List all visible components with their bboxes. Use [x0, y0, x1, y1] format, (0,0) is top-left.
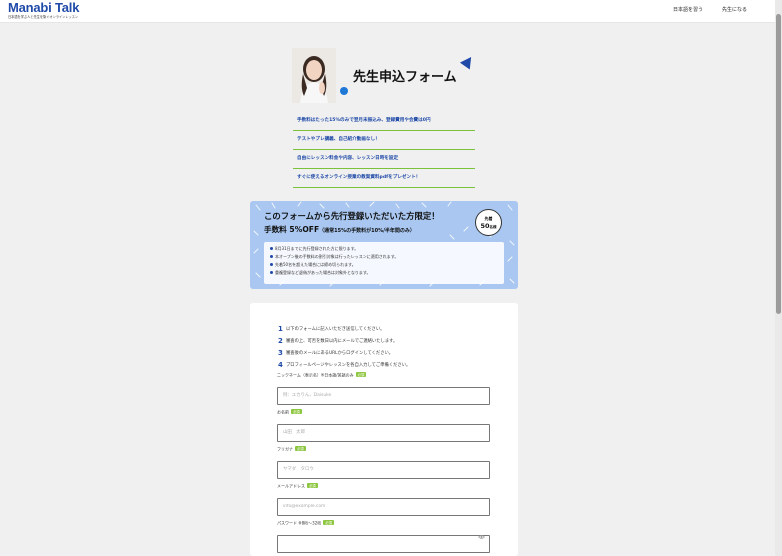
furigana-label: フリガナ 必須 — [277, 446, 490, 455]
required-badge: 必須 — [307, 483, 318, 488]
name-field-group: お名前 必須 — [277, 409, 490, 442]
site-header: Manabi Talk 日本語を学ぶ人と先生を繋ぐオンラインレッスン 日本語を習… — [0, 0, 775, 23]
furigana-field-group: フリガナ 必須 — [277, 446, 490, 479]
furigana-input[interactable] — [277, 460, 490, 479]
email-label: メールアドレス 必須 — [277, 483, 490, 492]
logo-text: Manabi Talk — [8, 0, 80, 15]
banner-title: このフォームから先行登録いただいた方限定！ — [264, 211, 440, 221]
early-registration-banner: このフォームから先行登録いただいた方限定！ 手数料 5%OFF（通常15%の手数… — [250, 201, 518, 289]
name-label: お名前 必須 — [277, 409, 490, 418]
logo-tagline: 日本語を学ぶ人と先生を繋ぐオンラインレッスン — [8, 15, 79, 19]
required-badge: 必須 — [323, 520, 335, 525]
name-input[interactable] — [277, 423, 490, 442]
nickname-label: ニックネーム（表示名）※日本語/英語のみ 必須 — [277, 372, 490, 381]
required-badge: 必須 — [291, 409, 302, 414]
discount-note: （通常15%の手数料が10%/半年間のみ） — [319, 228, 415, 234]
required-badge: 必須 — [295, 446, 306, 451]
name-label-text: お名前 — [277, 409, 289, 415]
discount-amount: 手数料 5%OFF — [264, 225, 320, 234]
banner-discount: 手数料 5%OFF（通常15%の手数料が10%/半年間のみ） — [264, 224, 415, 235]
nickname-input[interactable] — [277, 386, 490, 405]
nickname-label-text: ニックネーム（表示名）※日本語/英語のみ — [277, 372, 354, 378]
badge-count: 50名様 — [476, 222, 501, 230]
step-item: 3 審査後のメールにあるURLからログインしてください。 — [278, 340, 410, 357]
password-input[interactable] — [277, 534, 490, 553]
teacher-photo — [292, 48, 336, 103]
banner-note: 8月31日までに先行登録された方に限ります。 — [270, 245, 498, 253]
nickname-field-group: ニックネーム（表示名）※日本語/英語のみ 必須 — [277, 372, 490, 405]
benefit-item: 自由にレッスン料金や内容、レッスン日時を設定 — [293, 150, 475, 169]
step-item: 1 以下のフォームに記入いただき送信してください。 — [278, 316, 410, 333]
email-label-text: メールアドレス — [277, 483, 305, 489]
benefit-item: テストやプレ講義、自己紹介動画なし！ — [293, 131, 475, 150]
logo[interactable]: Manabi Talk 日本語を学ぶ人と先生を繋ぐオンラインレッスン — [8, 1, 79, 20]
eye-icon[interactable] — [478, 534, 485, 540]
teacher-photo-illustration — [292, 48, 336, 103]
first-come-badge: 先着 50名様 — [475, 209, 502, 236]
nav-learn-japanese[interactable]: 日本語を習う — [673, 6, 703, 13]
badge-unit: 名様 — [489, 225, 497, 229]
password-label-text: パスワード ※8桁〜32桁 — [277, 520, 322, 526]
page-scrollbar[interactable] — [775, 0, 782, 556]
password-label: パスワード ※8桁〜32桁 必須 — [277, 520, 490, 529]
badge-number: 50 — [480, 222, 490, 230]
banner-note: 重複登録など虚偽があった場合は対象外となります。 — [270, 269, 498, 277]
banner-notes: 8月31日までに先行登録された方に限ります。 本オープン後の手数料の割引対象は行… — [264, 242, 504, 284]
step-number: 4 — [278, 361, 283, 369]
page-title: 先生申込フォーム — [353, 69, 457, 84]
banner-note: 先着50名を超えた場合には締め切られます。 — [270, 261, 498, 269]
decorative-triangle-icon — [459, 53, 477, 70]
email-field-group: メールアドレス 必須 — [277, 483, 490, 516]
step-text: プロフィールページやレッスンを各自入力してご準備ください。 — [286, 363, 411, 368]
required-badge: 必須 — [355, 372, 367, 377]
email-input[interactable] — [277, 497, 490, 516]
scrollbar-thumb[interactable] — [776, 14, 781, 314]
nav-become-teacher[interactable]: 先生になる — [722, 6, 747, 13]
benefit-item: 手数料はたった15%のみで翌月末振込み、登録費用や会費は0円 — [293, 112, 475, 131]
password-field-group: パスワード ※8桁〜32桁 必須 — [277, 520, 490, 553]
decorative-dot-icon — [340, 87, 348, 95]
furigana-label-text: フリガナ — [277, 446, 293, 452]
benefit-item: すぐに使えるオンライン授業の教案資料pdfをプレゼント！ — [293, 169, 475, 188]
banner-note: 本オープン後の手数料の割引対象は行ったレッスンに適用されます。 — [270, 253, 498, 261]
application-steps: 1 以下のフォームに記入いただき送信してください。 2 審査の上、可否を数日以内にメ… — [278, 316, 410, 369]
application-form-card: 1 以下のフォームに記入いただき送信してください。 2 審査の上、可否を数日以内にメ… — [250, 303, 518, 556]
step-item: 2 審査の上、可否を数日以内にメールでご連絡いたします。 — [278, 328, 410, 345]
benefit-list: 手数料はたった15%のみで翌月末振込み、登録費用や会費は0円 テストやプレ講義、… — [293, 112, 475, 188]
step-item: 4 プロフィールページやレッスンを各自入力してご準備ください。 — [278, 352, 410, 369]
